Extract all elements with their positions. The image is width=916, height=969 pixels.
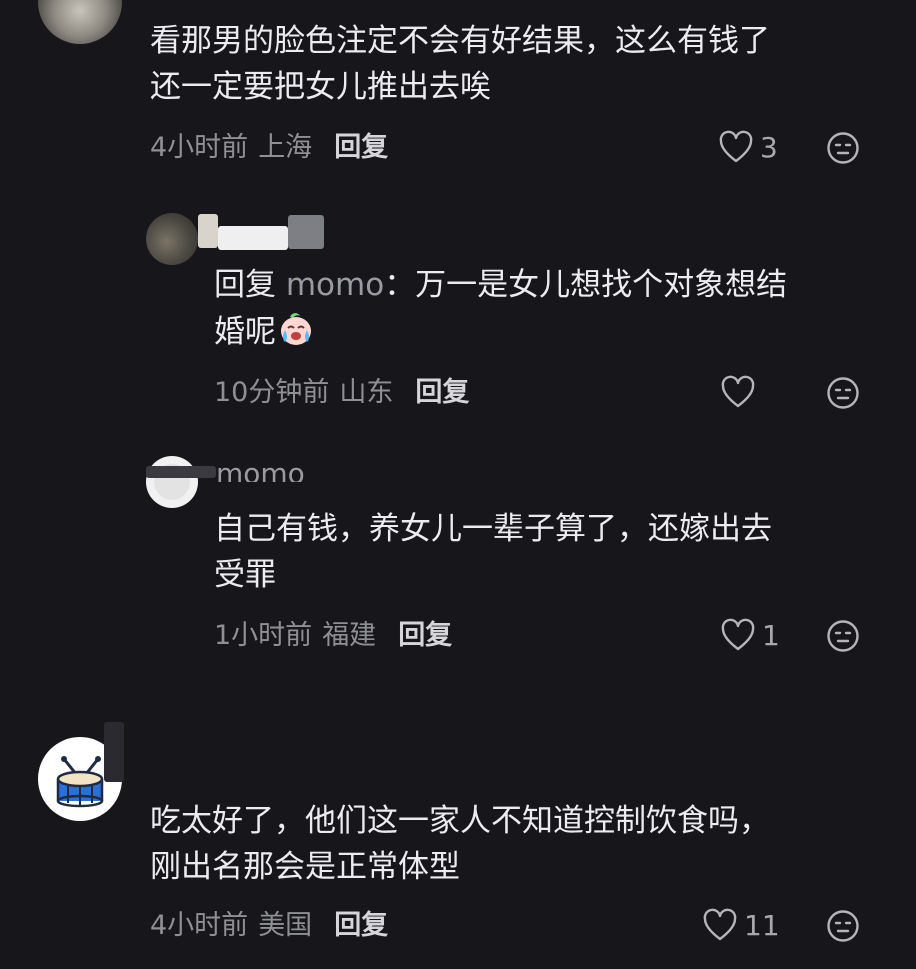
comment-time: 4小时前 (150, 910, 249, 941)
like-button[interactable] (720, 375, 762, 409)
like-count: 1 (762, 618, 780, 652)
comment-meta: 10分钟前 山东 回复 (214, 376, 469, 410)
neutral-face-icon (827, 377, 859, 409)
neutral-face-icon (827, 910, 859, 942)
mention-link[interactable]: momo (286, 267, 384, 303)
comment-time: 1小时前 (214, 620, 313, 651)
dislike-button[interactable] (826, 619, 860, 657)
user-avatar[interactable] (146, 213, 198, 265)
dislike-button[interactable] (826, 376, 860, 414)
dislike-button[interactable] (826, 909, 860, 947)
reply-button[interactable]: 回复 (334, 910, 388, 941)
comment-meta: 1小时前 福建 回复 (214, 619, 452, 653)
heart-outline-icon (719, 130, 753, 163)
username-redacted (146, 466, 216, 478)
comment-location: 福建 (322, 620, 377, 651)
comment-meta: 4小时前 美国 回复 (150, 909, 388, 943)
comment-text: 回复 momo：万一是女儿想找个对象想结 婚呢 (214, 262, 787, 361)
heart-outline-icon (703, 908, 737, 941)
comment-time: 4小时前 (150, 132, 249, 163)
username-redacted (104, 722, 124, 782)
reply-button[interactable]: 回复 (415, 377, 469, 408)
user-avatar[interactable] (146, 456, 198, 508)
neutral-face-icon (827, 620, 859, 652)
comment-location: 上海 (258, 132, 313, 163)
like-count: 11 (744, 908, 780, 942)
comment-text: 自己有钱，养女儿一辈子算了，还嫁出去 受罪 (214, 511, 772, 593)
dislike-button[interactable] (826, 131, 860, 169)
heart-outline-icon (721, 375, 755, 408)
comment-text: 看那男的脸色注定不会有好结果，这么有钱了 还一定要把女儿推出去唉 (150, 23, 770, 105)
user-avatar[interactable] (38, 0, 122, 44)
like-button[interactable]: 11 (702, 908, 780, 942)
comment-text: 吃太好了，他们这一家人不知道控制饮食吗， 刚出名那会是正常体型 (150, 803, 770, 885)
like-button[interactable]: 1 (720, 618, 780, 652)
username-redacted (198, 214, 218, 248)
comment-time: 10分钟前 (214, 377, 330, 408)
username-redacted (288, 215, 324, 249)
reply-button[interactable]: 回复 (334, 132, 388, 163)
comment-author[interactable]: momo (216, 460, 305, 482)
username-redacted (218, 226, 288, 250)
comment-meta: 4小时前 上海 回复 (150, 131, 388, 165)
comment-location: 美国 (258, 910, 313, 941)
like-count: 3 (760, 130, 778, 164)
neutral-face-icon (827, 132, 859, 164)
comment-location: 山东 (339, 377, 394, 408)
crying-face-emoji (276, 308, 316, 361)
like-button[interactable]: 3 (718, 130, 778, 164)
heart-outline-icon (721, 618, 755, 651)
reply-button[interactable]: 回复 (398, 620, 452, 651)
